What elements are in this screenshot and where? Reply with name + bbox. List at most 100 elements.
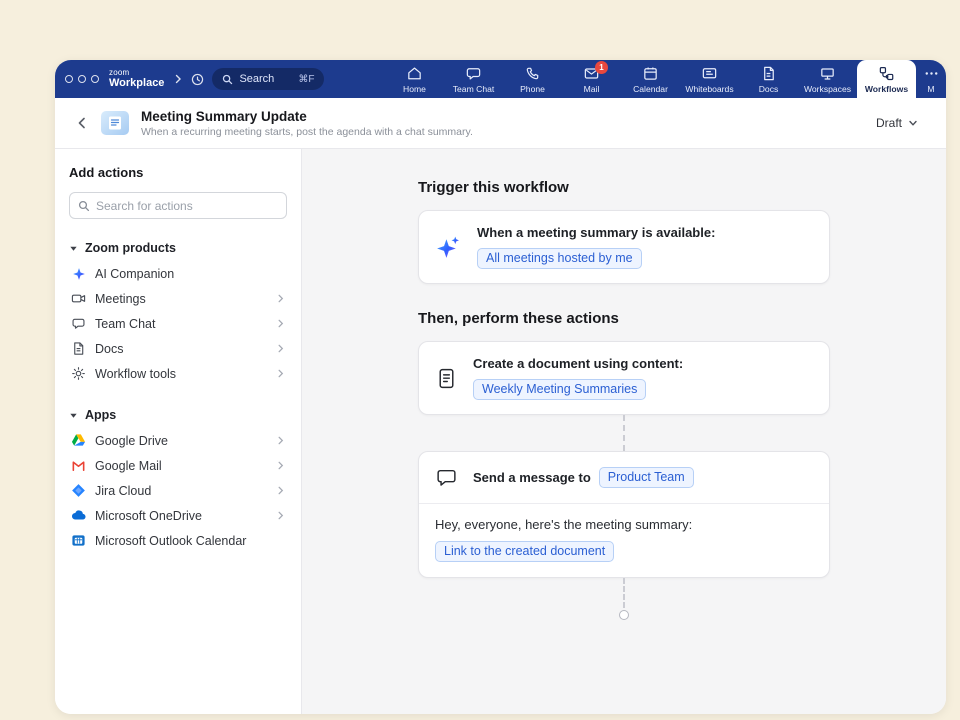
nav-item-team-chat[interactable]: Team Chat — [444, 60, 503, 98]
section-header-apps[interactable]: Apps — [69, 408, 287, 422]
create-document-card[interactable]: Create a document using content: Weekly … — [418, 341, 830, 415]
chevron-right-icon[interactable] — [173, 74, 183, 84]
trigger-text: When a meeting summary is available: — [477, 225, 715, 240]
nav-item-home[interactable]: Home — [385, 60, 444, 98]
nav-label: M — [927, 84, 934, 94]
actions-search-input[interactable] — [96, 199, 278, 213]
nav-item-workflows[interactable]: Workflows — [857, 60, 916, 98]
sidebar-item-microsoft-outlook-calendar[interactable]: Microsoft Outlook Calendar — [69, 528, 287, 553]
chevron-right-icon — [276, 344, 285, 353]
sidebar-item-google-mail[interactable]: Google Mail — [69, 453, 287, 478]
sidebar-item-label: Google Mail — [95, 459, 162, 473]
status-badge: Draft — [876, 116, 902, 130]
docs-icon — [71, 341, 86, 356]
connector-line — [623, 415, 625, 451]
top-bar: zoom Workplace Search ⌘F Home — [55, 60, 946, 98]
main-nav: Home Team Chat Phone 1 Mail Calendar — [385, 60, 946, 98]
sidebar-heading: Add actions — [69, 165, 287, 180]
sidebar-item-label: Meetings — [95, 292, 146, 306]
nav-item-workspaces[interactable]: Workspaces — [798, 60, 857, 98]
document-content-chip[interactable]: Weekly Meeting Summaries — [473, 379, 646, 400]
nav-item-whiteboards[interactable]: Whiteboards — [680, 60, 739, 98]
search-shortcut: ⌘F — [298, 74, 314, 85]
search-icon — [222, 74, 233, 85]
nav-label: Workspaces — [804, 84, 851, 94]
back-button[interactable] — [75, 116, 89, 130]
phone-icon — [524, 65, 541, 82]
nav-item-more[interactable]: M — [916, 60, 946, 98]
mail-badge: 1 — [595, 61, 608, 74]
nav-label: Docs — [759, 84, 779, 94]
sidebar-item-label: Workflow tools — [95, 367, 176, 381]
nav-label: Team Chat — [453, 84, 495, 94]
jira-icon — [71, 483, 86, 498]
more-icon — [923, 65, 940, 82]
nav-item-calendar[interactable]: Calendar — [621, 60, 680, 98]
window-control-dot[interactable] — [78, 75, 86, 83]
sidebar-item-label: Microsoft Outlook Calendar — [95, 534, 246, 548]
trigger-scope-chip[interactable]: All meetings hosted by me — [477, 248, 642, 269]
global-search[interactable]: Search ⌘F — [212, 68, 324, 90]
trigger-heading: Trigger this workflow — [418, 179, 830, 196]
ai-companion-icon — [71, 267, 86, 281]
chevron-right-icon — [276, 486, 285, 495]
message-link-chip[interactable]: Link to the created document — [435, 541, 614, 562]
outlook-calendar-icon — [71, 533, 86, 548]
sidebar-item-ai-companion[interactable]: AI Companion — [69, 261, 287, 286]
nav-label: Whiteboards — [685, 84, 733, 94]
history-icon[interactable] — [190, 72, 205, 87]
send-message-card[interactable]: Send a message to Product Team Hey, ever… — [418, 451, 830, 578]
sidebar-item-jira-cloud[interactable]: Jira Cloud — [69, 478, 287, 503]
message-recipient-chip[interactable]: Product Team — [599, 467, 694, 488]
workflow-thumbnail-icon — [101, 111, 129, 135]
sidebar-item-microsoft-onedrive[interactable]: Microsoft OneDrive — [69, 503, 287, 528]
ai-sparkle-icon — [435, 234, 462, 261]
logo-workplace: Workplace — [109, 78, 164, 89]
chevron-right-icon — [276, 319, 285, 328]
window-control-dot[interactable] — [91, 75, 99, 83]
sidebar-item-workflow-tools[interactable]: Workflow tools — [69, 361, 287, 386]
gmail-icon — [71, 458, 86, 473]
actions-sidebar: Add actions Zoom products — [55, 149, 302, 714]
sidebar-item-label: Microsoft OneDrive — [95, 509, 202, 523]
chat-bubble-icon — [435, 466, 458, 489]
sidebar-item-label: Docs — [95, 342, 123, 356]
section-header-zoom-products[interactable]: Zoom products — [69, 241, 287, 255]
workflow-end-node — [619, 610, 629, 620]
nav-label: Phone — [520, 84, 545, 94]
sidebar-item-label: Team Chat — [95, 317, 155, 331]
zoom-workplace-logo: zoom Workplace — [109, 69, 164, 89]
sidebar-item-docs[interactable]: Docs — [69, 336, 287, 361]
trigger-card[interactable]: When a meeting summary is available: All… — [418, 210, 830, 284]
team-chat-icon — [71, 316, 86, 331]
nav-label: Mail — [584, 84, 600, 94]
status-dropdown[interactable]: Draft — [870, 112, 924, 134]
nav-label: Workflows — [865, 84, 908, 94]
workflow-header: Meeting Summary Update When a recurring … — [55, 98, 946, 149]
actions-search-box[interactable] — [69, 192, 287, 219]
onedrive-icon — [71, 508, 86, 523]
chevron-down-icon — [908, 118, 918, 128]
calendar-icon — [642, 65, 659, 82]
workflow-canvas: Trigger this workflow When a meeting sum… — [302, 149, 946, 714]
caret-down-icon — [69, 244, 78, 253]
whiteboards-icon — [701, 65, 718, 82]
chevron-right-icon — [276, 369, 285, 378]
window-controls[interactable] — [65, 75, 99, 83]
docs-icon — [760, 65, 777, 82]
search-icon — [78, 200, 90, 212]
workspaces-icon — [819, 65, 836, 82]
sidebar-item-team-chat[interactable]: Team Chat — [69, 311, 287, 336]
home-icon — [406, 65, 423, 82]
sidebar-item-meetings[interactable]: Meetings — [69, 286, 287, 311]
team-chat-icon — [465, 65, 482, 82]
window-control-dot[interactable] — [65, 75, 73, 83]
sidebar-item-google-drive[interactable]: Google Drive — [69, 428, 287, 453]
nav-item-mail[interactable]: 1 Mail — [562, 60, 621, 98]
meetings-icon — [71, 291, 86, 306]
nav-item-docs[interactable]: Docs — [739, 60, 798, 98]
section-title: Zoom products — [85, 241, 176, 255]
page-subtitle: When a recurring meeting starts, post th… — [141, 126, 473, 138]
chevron-right-icon — [276, 511, 285, 520]
nav-item-phone[interactable]: Phone — [503, 60, 562, 98]
